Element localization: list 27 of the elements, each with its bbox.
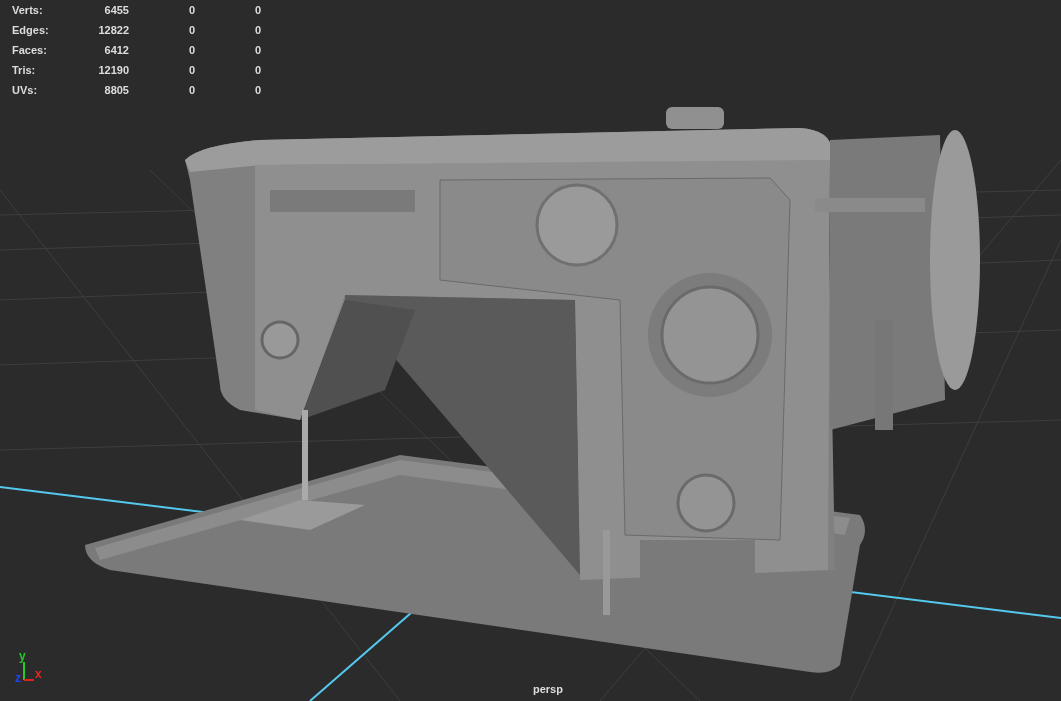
x-axis-line (23, 679, 35, 681)
axis-label: x (35, 667, 42, 681)
stat-value: 12190 (98, 64, 129, 76)
axis-label: y (19, 649, 26, 663)
stat-value: 0 (188, 4, 195, 16)
stat-value: 0 (254, 64, 261, 76)
stat-label: UVs: (12, 84, 38, 96)
axis-label: z (15, 671, 21, 685)
stat-value: 0 (188, 84, 195, 96)
stat-value: 0 (254, 84, 261, 96)
stat-label: Verts: (12, 4, 43, 16)
viewport[interactable]: Verts: 6455 0 0 Edges: 12822 0 0 Faces: 6412 0 0 Tris: 12190 0 0 UVs: 8805 0 0 y z x persp (0, 0, 1061, 701)
stat-value: 6455 (104, 4, 129, 16)
stat-value: 12822 (98, 24, 129, 36)
stat-value: 8805 (104, 84, 129, 96)
stat-label: Edges: (12, 24, 49, 36)
y-axis-line (23, 661, 25, 681)
stat-value: 0 (188, 44, 195, 56)
stat-value: 0 (254, 4, 261, 16)
stat-label: Faces: (12, 44, 47, 56)
stat-value: 0 (188, 64, 195, 76)
stat-value: 0 (188, 24, 195, 36)
stat-value: 0 (254, 44, 261, 56)
camera-label: persp (533, 683, 563, 695)
stat-value: 0 (254, 24, 261, 36)
stat-value: 6412 (104, 44, 129, 56)
stat-label: Tris: (12, 64, 36, 76)
